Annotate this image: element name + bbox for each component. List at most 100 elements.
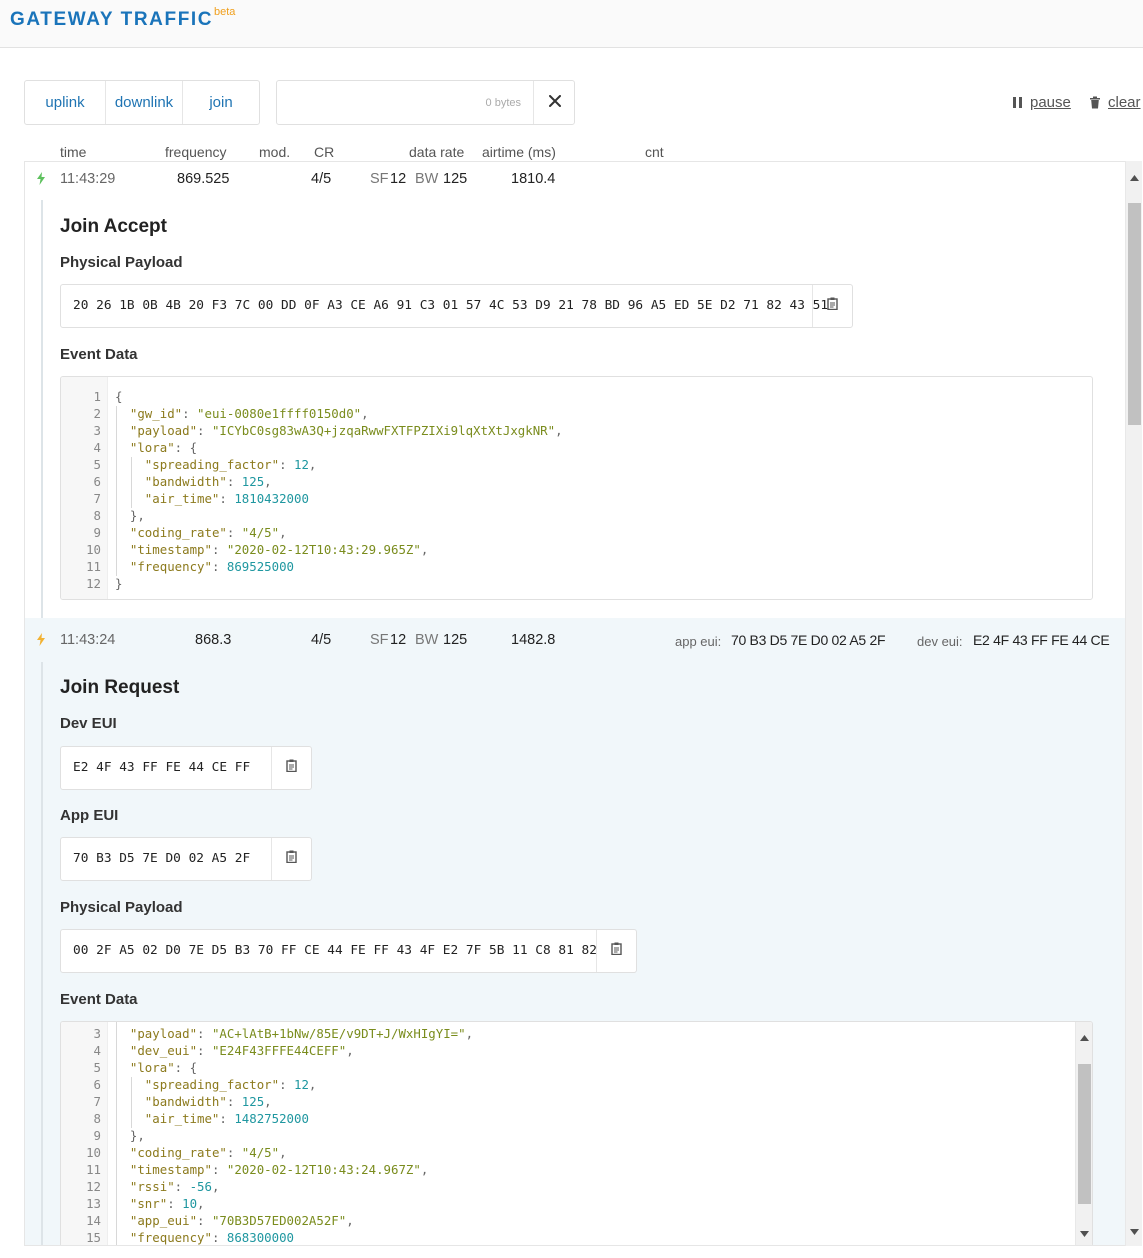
scrollbar-thumb[interactable] [1078,1064,1091,1204]
dev-eui-box: E2 4F 43 FF FE 44 CE FF [60,746,312,790]
filter-uplink-button[interactable]: uplink [25,81,105,124]
clear-label: clear [1108,94,1141,111]
code-line: 3 "payload": "ICYbC0sg83wA3Q+jzqaRwwFXTFP… [61,423,1061,440]
physical-payload-heading: Physical Payload [60,899,183,916]
code-line: 6 "bandwidth": 125, [61,474,1061,491]
copy-button[interactable] [596,930,636,972]
code-line: 2 "gw_id": "eui-0080e1ffff0150d0", [61,406,1061,423]
scrollbar-thumb[interactable] [1128,203,1141,425]
line-number: 8 [93,508,101,523]
code-line: 1{ [61,389,1061,406]
event-data-heading: Event Data [60,991,138,1008]
physical-payload-value[interactable]: 00 2F A5 02 D0 7E D5 B3 70 FF CE 44 FE F… [73,943,597,958]
details-divider [41,200,43,618]
code-line: 11 "timestamp": "2020-02-12T10:43:24.967Z… [61,1162,1061,1179]
clipboard-icon [286,759,297,777]
uplink-arrow-icon [36,633,46,651]
code-line: 12} [61,576,1061,593]
physical-payload-value[interactable]: 20 26 1B 0B 4B 20 F3 7C 00 DD 0F A3 CE A… [73,298,828,313]
column-frequency: frequency [165,144,227,160]
clipboard-icon [611,942,622,960]
scroll-up-icon[interactable] [1130,168,1139,186]
packet-bw: 125 [443,171,468,187]
scroll-up-icon[interactable] [1080,1028,1089,1046]
code-text: "coding_rate": "4/5", [129,525,287,540]
code-line: 15 "frequency": 868300000 [61,1230,1061,1245]
line-number: 14 [86,1213,101,1228]
code-line: 12 "rssi": -56, [61,1179,1061,1196]
code-text: "bandwidth": 125, [144,1094,272,1109]
pause-button[interactable]: pause [1012,94,1071,111]
packet-sf-label: SF [370,171,389,187]
filter-group: uplink downlink join [24,80,260,125]
search-input[interactable] [277,81,533,124]
code-line: 8 "air_time": 1482752000 [61,1111,1061,1128]
filter-join-button[interactable]: join [182,81,259,124]
line-number: 7 [93,1094,101,1109]
code-line: 7 "air_time": 1810432000 [61,491,1061,508]
code-text: "spreading_factor": 12, [144,1077,317,1092]
app-eui-field-value[interactable]: 70 B3 D5 7E D0 02 A5 2F [73,851,250,866]
event-data-editor[interactable]: 1{2 "gw_id": "eui-0080e1ffff0150d0", 3 "pay… [60,376,1093,600]
code-text: "air_time": 1810432000 [144,491,309,506]
line-number: 1 [93,389,101,404]
packet-sf-label: SF [370,632,389,648]
packet-airtime: 1482.8 [511,632,556,648]
code-line: 4 "lora": { [61,440,1061,457]
packet-airtime: 1810.4 [511,171,556,187]
line-number: 15 [86,1230,101,1245]
code-text: "lora": { [129,1060,198,1075]
line-number: 6 [93,474,101,489]
code-text: "app_eui": "70B3D57ED002A52F", [129,1213,354,1228]
list-scrollbar[interactable] [1125,161,1142,1246]
clear-button[interactable]: clear [1089,94,1141,111]
scroll-down-icon[interactable] [1080,1224,1089,1242]
code-text: "rssi": -56, [129,1179,220,1194]
packet-list: 11:43:29 869.525 4/5 SF 12 BW 125 1810.4… [24,161,1127,1246]
line-number: 10 [86,542,101,557]
event-data-editor[interactable]: 3 "payload": "AC+lAtB+1bNw/85E/v9DT+J/WxH… [60,1021,1093,1245]
packet-sf: 12 [390,632,407,648]
editor-scrollbar[interactable] [1075,1022,1092,1245]
dev-eui-field-value[interactable]: E2 4F 43 FF FE 44 CE FF [73,760,250,775]
pause-icon [1012,96,1023,109]
packet-row-selected[interactable]: 11:43:24 868.3 4/5 SF 12 BW 125 1482.8 a… [25,618,1126,1245]
code-text: "lora": { [129,440,198,455]
code-text: "air_time": 1482752000 [144,1111,309,1126]
code-line: 5 "lora": { [61,1060,1061,1077]
line-number: 11 [86,1162,101,1177]
clear-search-button[interactable] [533,81,575,124]
column-coding-rate: CR [314,144,335,160]
beta-badge: beta [214,6,236,18]
code-line: 7 "bandwidth": 125, [61,1094,1061,1111]
downlink-arrow-icon [36,172,46,190]
copy-button[interactable] [271,838,311,880]
line-number: 4 [93,1043,101,1058]
indent-guide [116,406,117,576]
code-text: "bandwidth": 125, [144,474,272,489]
line-number: 6 [93,1077,101,1092]
code-line: 13 "snr": 10, [61,1196,1061,1213]
app-title: GATEWAY TRAFFIC [10,9,214,30]
code-line: 9}, [61,1128,1061,1145]
line-number: 3 [93,1026,101,1041]
code-line: 5 "spreading_factor": 12, [61,457,1061,474]
packet-row[interactable]: 11:43:29 869.525 4/5 SF 12 BW 125 1810.4… [25,162,1126,618]
indent-guide [116,1022,117,1245]
top-bar: GATEWAY TRAFFIC beta [0,0,1143,48]
line-number: 13 [86,1196,101,1211]
packet-title: Join Accept [60,216,167,237]
app-eui-heading: App EUI [60,807,119,824]
packet-bw-label: BW [415,171,439,187]
details-divider [41,662,43,1245]
scroll-down-icon[interactable] [1130,1222,1139,1240]
copy-button[interactable] [271,747,311,789]
code-text: "dev_eui": "E24F43FFFE44CEFF", [129,1043,354,1058]
filter-downlink-button[interactable]: downlink [105,81,182,124]
packet-coding-rate: 4/5 [311,171,332,187]
copy-button[interactable] [812,285,852,327]
code-text: "timestamp": "2020-02-12T10:43:24.967Z", [129,1162,429,1177]
event-data-heading: Event Data [60,346,138,363]
packet-frequency: 869.525 [177,171,230,187]
line-number: 2 [93,406,101,421]
